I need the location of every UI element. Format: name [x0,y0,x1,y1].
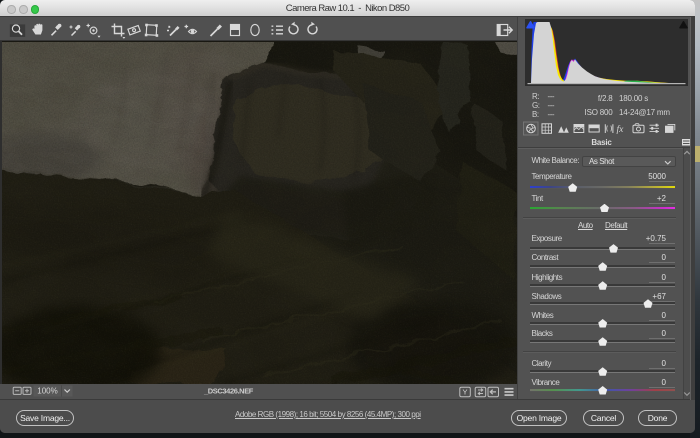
svg-text:_DSC3426.NEF: _DSC3426.NEF [203,387,254,396]
svg-text:Y: Y [462,388,467,397]
svg-text:fx: fx [617,124,625,135]
svg-text:100%: 100% [37,387,57,396]
